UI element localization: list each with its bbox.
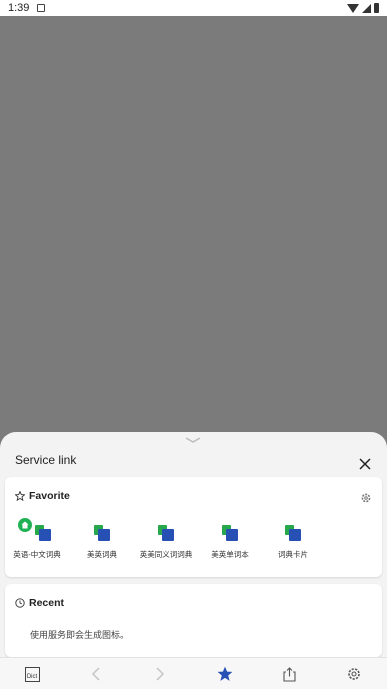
home-badge [18, 518, 32, 532]
favorite-item-label: 美英单词本 [211, 550, 249, 559]
share-button[interactable] [279, 664, 299, 684]
recent-title: Recent [29, 597, 65, 609]
dictionary-button[interactable]: Dict [22, 664, 42, 684]
dictionary-app-icon [35, 525, 51, 541]
close-icon [359, 458, 371, 470]
favorite-item-label: 美英词典 [87, 550, 117, 559]
sheet-title: Service link [15, 453, 77, 467]
chevron-down-icon[interactable] [185, 436, 201, 444]
dictionary-app-icon [158, 525, 174, 541]
favorites-button[interactable] [215, 664, 235, 684]
star-outline-icon [15, 491, 25, 501]
gear-icon[interactable] [360, 492, 372, 504]
service-link-sheet: Service link Favorite 英语-中文词典 美英词典 英美同义词… [0, 432, 387, 657]
favorite-header: Favorite [15, 490, 70, 502]
settings-button[interactable] [344, 664, 364, 684]
status-time: 1:39 [8, 2, 30, 14]
favorite-title: Favorite [29, 490, 70, 502]
favorite-list: 英语-中文词典 美英词典 英美同义词词典 美英单词本 词典卡片 [5, 518, 382, 560]
status-indicators [347, 3, 379, 13]
back-button[interactable] [86, 664, 106, 684]
home-icon [21, 521, 29, 529]
favorite-item-label: 词典卡片 [278, 550, 308, 559]
favorite-item[interactable]: 英语-中文词典 [5, 518, 69, 560]
status-bar: 1:39 [0, 0, 387, 16]
dictionary-app-icon [94, 525, 110, 541]
chevron-left-icon [91, 667, 100, 681]
bottom-nav: Dict [0, 657, 387, 689]
notification-icon [37, 4, 46, 12]
dictionary-icon: Dict [24, 666, 40, 682]
close-button[interactable] [355, 454, 375, 474]
forward-button[interactable] [150, 664, 170, 684]
dictionary-icon-label: Dict [26, 673, 38, 680]
dictionary-app-icon [285, 525, 301, 541]
share-icon [282, 666, 296, 682]
dictionary-app-icon [222, 525, 238, 541]
favorite-item[interactable]: 美英单词本 [199, 519, 261, 560]
recent-card: Recent 使用服务即会生成图标。 [5, 584, 382, 657]
favorite-item[interactable]: 美英词典 [71, 519, 133, 560]
favorite-card: Favorite 英语-中文词典 美英词典 英美同义词词典 美英单词本 词典卡片 [5, 477, 382, 577]
gear-icon [348, 668, 360, 680]
favorite-item[interactable]: 词典卡片 [261, 519, 325, 560]
battery-icon [374, 3, 379, 13]
wifi-icon [347, 3, 359, 13]
dim-overlay[interactable] [0, 16, 387, 432]
favorite-item-label: 英语-中文词典 [13, 550, 61, 559]
recent-empty-text: 使用服务即会生成图标。 [30, 630, 130, 640]
favorite-item[interactable]: 英美同义词词典 [133, 519, 199, 560]
favorite-item-label: 英美同义词词典 [139, 550, 193, 559]
chevron-right-icon [156, 667, 165, 681]
star-filled-icon [217, 666, 233, 681]
clock-icon [15, 598, 25, 608]
recent-header: Recent [15, 597, 64, 609]
signal-icon [362, 3, 371, 13]
